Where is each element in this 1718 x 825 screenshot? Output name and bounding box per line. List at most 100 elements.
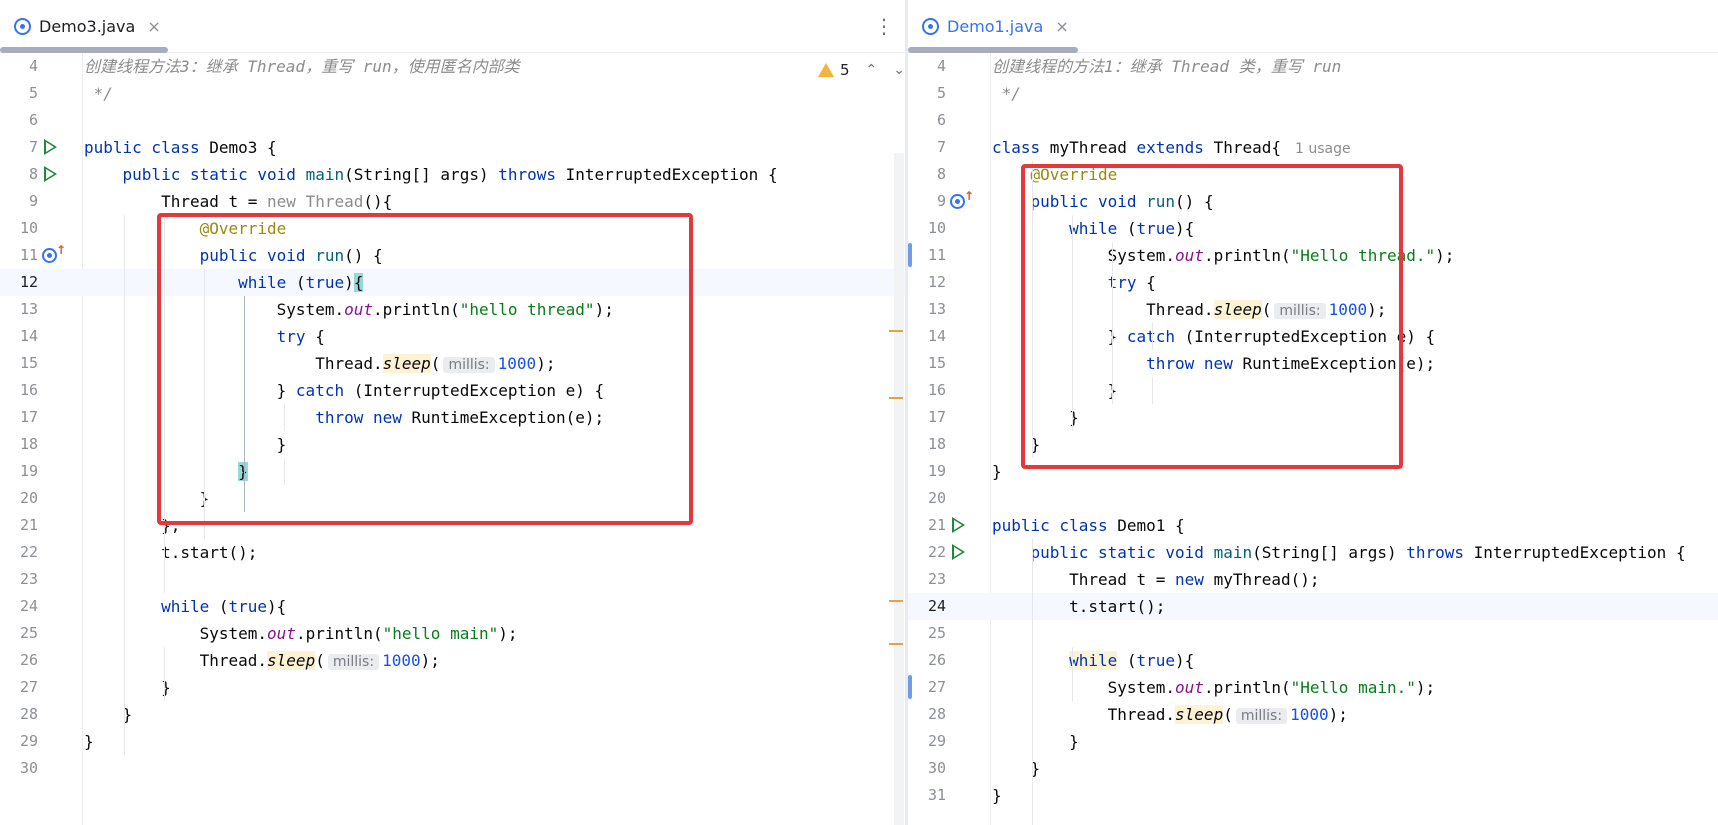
code-line[interactable]: 5 */	[908, 80, 1718, 107]
run-gutter-icon[interactable]	[44, 139, 57, 155]
code-line[interactable]: 28 Thread.sleep(millis: 1000);	[908, 701, 1718, 728]
code-text[interactable]: }	[992, 458, 1002, 485]
code-line[interactable]: 22 t.start();	[0, 539, 905, 566]
code-text[interactable]: */	[992, 80, 1021, 107]
previous-highlight-button[interactable]: ⌃	[866, 62, 878, 78]
line-number[interactable]: 10	[0, 215, 38, 242]
code-line[interactable]: 24 t.start();	[908, 593, 1718, 620]
line-number[interactable]: 16	[908, 377, 946, 404]
next-highlight-button[interactable]: ⌄	[893, 62, 905, 78]
code-text[interactable]: Thread t = new myThread();	[992, 566, 1319, 593]
line-number[interactable]: 5	[0, 80, 38, 107]
line-number[interactable]: 17	[908, 404, 946, 431]
code-line[interactable]: 30 }	[908, 755, 1718, 782]
line-number[interactable]: 27	[908, 674, 946, 701]
code-line[interactable]: 20	[908, 485, 1718, 512]
run-gutter-icon[interactable]	[952, 517, 965, 533]
code-line[interactable]: 5 */	[0, 80, 905, 107]
line-number[interactable]: 29	[0, 728, 38, 755]
line-number[interactable]: 28	[0, 701, 38, 728]
line-number[interactable]: 9	[908, 188, 946, 215]
code-line[interactable]: 24 while (true){	[0, 593, 905, 620]
code-text[interactable]: }	[84, 728, 94, 755]
line-number[interactable]: 14	[0, 323, 38, 350]
code-text[interactable]: }	[992, 782, 1002, 809]
code-line[interactable]: 29}	[0, 728, 905, 755]
line-number[interactable]: 9	[0, 188, 38, 215]
code-text[interactable]: System.out.println("hello main");	[84, 620, 518, 647]
warning-marker[interactable]	[889, 643, 903, 645]
line-number[interactable]: 15	[908, 350, 946, 377]
tab-demo1[interactable]: Demo1.java ×	[922, 0, 1069, 52]
line-number[interactable]: 20	[0, 485, 38, 512]
line-number[interactable]: 30	[0, 755, 38, 782]
code-line[interactable]: 30	[0, 755, 905, 782]
code-line[interactable]: 29 }	[908, 728, 1718, 755]
code-line[interactable]: 9 Thread t = new Thread(){	[0, 188, 905, 215]
code-text[interactable]: Thread.sleep(millis: 1000);	[992, 701, 1348, 730]
line-number[interactable]: 5	[908, 80, 946, 107]
more-options-icon[interactable]: ⋮	[874, 14, 894, 38]
code-line[interactable]: 26 while (true){	[908, 647, 1718, 674]
code-text[interactable]: Thread t = new Thread(){	[84, 188, 392, 215]
code-text[interactable]: public static void main(String[] args) t…	[84, 161, 778, 188]
code-text[interactable]: 创建线程的方法1：继承 Thread 类，重写 run	[992, 53, 1341, 80]
line-number[interactable]: 19	[908, 458, 946, 485]
close-icon[interactable]: ×	[1055, 17, 1068, 36]
code-text[interactable]: */	[84, 80, 113, 107]
line-number[interactable]: 15	[0, 350, 38, 377]
code-line[interactable]: 23	[0, 566, 905, 593]
line-number[interactable]: 25	[908, 620, 946, 647]
code-line[interactable]: 22 public static void main(String[] args…	[908, 539, 1718, 566]
code-line[interactable]: 6	[0, 107, 905, 134]
line-number[interactable]: 12	[908, 269, 946, 296]
line-number[interactable]: 14	[908, 323, 946, 350]
code-line[interactable]: 8 public static void main(String[] args)…	[0, 161, 905, 188]
code-line[interactable]: 7 class myThread extends Thread{1 usage	[908, 134, 1718, 161]
code-line[interactable]: 4 创建线程的方法1：继承 Thread 类，重写 run	[908, 53, 1718, 80]
line-number[interactable]: 6	[908, 107, 946, 134]
line-number[interactable]: 30	[908, 755, 946, 782]
line-number[interactable]: 25	[0, 620, 38, 647]
line-number[interactable]: 8	[0, 161, 38, 188]
code-text[interactable]: }	[992, 728, 1079, 755]
code-editor-right[interactable]: 4 创建线程的方法1：继承 Thread 类，重写 run 5 */6 7 class …	[908, 53, 1718, 825]
code-text[interactable]: class myThread extends Thread{1 usage	[992, 134, 1351, 163]
line-number[interactable]: 10	[908, 215, 946, 242]
line-number[interactable]: 24	[0, 593, 38, 620]
run-gutter-icon[interactable]	[952, 544, 965, 560]
line-number[interactable]: 20	[908, 485, 946, 512]
run-gutter-icon[interactable]	[44, 166, 57, 182]
code-editor-left[interactable]: 4 创建线程方法3：继承 Thread，重写 run，使用匿名内部类 5 */6 7 p…	[0, 53, 905, 825]
line-number[interactable]: 21	[0, 512, 38, 539]
line-number[interactable]: 18	[0, 431, 38, 458]
warning-marker[interactable]	[889, 397, 903, 399]
line-number[interactable]: 11	[908, 242, 946, 269]
editor-pane-right[interactable]: Demo1.java × 4 创建线程的方法1：继承 Thread 类，重写 ru…	[908, 0, 1718, 825]
code-text[interactable]: public static void main(String[] args) t…	[992, 539, 1686, 566]
code-line[interactable]: 31}	[908, 782, 1718, 809]
line-number[interactable]: 13	[0, 296, 38, 323]
code-text[interactable]: public class Demo3 {	[84, 134, 277, 161]
code-text[interactable]: while (true){	[84, 593, 286, 620]
line-number[interactable]: 13	[908, 296, 946, 323]
editor-pane-left[interactable]: Demo3.java × ⋮ 4 创建线程方法3：继承 Thread，重写 run…	[0, 0, 905, 825]
scrollbar-track[interactable]	[894, 153, 904, 825]
line-number[interactable]: 7	[0, 134, 38, 161]
line-number[interactable]: 27	[0, 674, 38, 701]
line-number[interactable]: 4	[908, 53, 946, 80]
line-number[interactable]: 23	[0, 566, 38, 593]
code-line[interactable]: 7 public class Demo3 {	[0, 134, 905, 161]
line-number[interactable]: 28	[908, 701, 946, 728]
line-number[interactable]: 26	[908, 647, 946, 674]
code-text[interactable]: t.start();	[84, 539, 257, 566]
overrides-method-icon[interactable]	[42, 248, 57, 263]
code-line[interactable]: 28 }	[0, 701, 905, 728]
warning-marker[interactable]	[889, 600, 903, 602]
line-number[interactable]: 11	[0, 242, 38, 269]
line-number[interactable]: 23	[908, 566, 946, 593]
close-icon[interactable]: ×	[147, 17, 160, 36]
code-line[interactable]: 26 Thread.sleep(millis: 1000);	[0, 647, 905, 674]
code-text[interactable]: 创建线程方法3：继承 Thread，重写 run，使用匿名内部类	[84, 53, 520, 80]
code-line[interactable]: 6	[908, 107, 1718, 134]
